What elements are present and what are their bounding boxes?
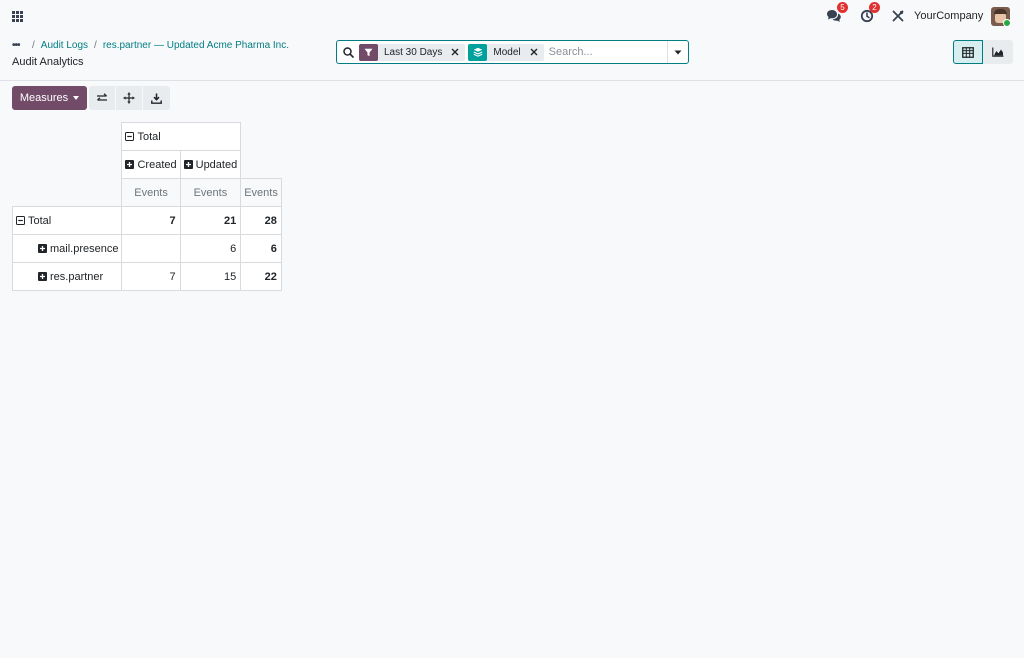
minus-square-icon (16, 215, 25, 225)
pivot-cell[interactable]: 21 (179, 206, 242, 235)
breadcrumb: ••• / Audit Logs / res.partner — Updated… (12, 40, 290, 51)
pivot-cell-total[interactable]: 6 (240, 234, 282, 263)
expand-all-button[interactable] (116, 86, 143, 110)
download-icon (151, 93, 162, 104)
measure-header[interactable]: Events (240, 178, 282, 207)
pivot-table: Total Created Updated Events Events Even… (11, 122, 282, 291)
page-title: Audit Analytics (12, 56, 84, 68)
facet-filter: Last 30 Days (359, 43, 466, 61)
pivot-cell[interactable] (121, 234, 181, 263)
table-row: res.partner 7 15 22 (11, 262, 282, 291)
pivot-cell-total[interactable]: 22 (240, 262, 282, 291)
pivot-header-row: Created Updated (13, 150, 282, 179)
breadcrumb-more-icon[interactable]: ••• (12, 40, 26, 51)
measure-header[interactable]: Events (179, 178, 242, 207)
flip-axis-button[interactable] (89, 86, 116, 110)
pivot-cell[interactable]: 7 (121, 206, 181, 235)
facet-label: Last 30 Days (384, 46, 443, 58)
col-header-created[interactable]: Created (121, 150, 181, 179)
pivot-cell[interactable]: 6 (179, 234, 242, 263)
col-header-total[interactable]: Total (121, 122, 242, 151)
pivot-header-row: Total (13, 122, 282, 151)
view-switcher (953, 40, 1013, 64)
table-row: mail.presence 6 6 (11, 234, 282, 263)
row-header-total[interactable]: Total (11, 206, 123, 235)
facet-groupby: Model (468, 43, 544, 61)
breadcrumb-audit-logs[interactable]: Audit Logs (41, 40, 88, 51)
pivot-measure-row: Events Events Events (13, 178, 282, 207)
graph-view-button[interactable] (983, 40, 1013, 64)
minus-square-icon (125, 131, 135, 141)
tools-icon (892, 10, 904, 22)
pivot-cell-total[interactable]: 28 (240, 206, 282, 235)
breadcrumb-record[interactable]: res.partner — Updated Acme Pharma Inc. (103, 40, 289, 51)
remove-facet-icon[interactable] (448, 44, 462, 61)
search-input[interactable] (546, 42, 667, 62)
plus-square-icon (183, 159, 193, 169)
caret-down-icon (73, 96, 80, 100)
row-header-res-partner[interactable]: res.partner (11, 262, 123, 291)
measures-dropdown-button[interactable]: Measures (12, 86, 87, 110)
plus-square-icon (125, 159, 135, 169)
download-xlsx-button[interactable] (143, 86, 170, 110)
activities-count-badge: 2 (869, 2, 880, 13)
filter-icon (359, 43, 378, 61)
search-icon[interactable] (337, 41, 359, 63)
area-chart-icon (992, 47, 1004, 57)
facet-label: Model (493, 46, 521, 58)
company-switcher[interactable]: YourCompany (914, 10, 983, 22)
arrows-expand-icon (123, 92, 135, 104)
pivot-cell[interactable]: 15 (179, 262, 242, 291)
measure-header[interactable]: Events (121, 178, 181, 207)
pivot-cell[interactable]: 7 (121, 262, 181, 291)
plus-square-icon (38, 243, 47, 253)
tools-button[interactable] (892, 6, 904, 26)
search-options-toggle[interactable] (667, 41, 688, 63)
plus-square-icon (38, 271, 47, 281)
col-header-updated[interactable]: Updated (179, 150, 242, 179)
table-row: Total 7 21 28 (11, 206, 282, 235)
messages-count-badge: 5 (837, 2, 848, 13)
pivot-tools (89, 86, 170, 110)
exchange-icon (97, 93, 107, 101)
app-menu-icon[interactable] (12, 11, 23, 22)
group-by-icon (468, 43, 488, 61)
pivot-view-button[interactable] (953, 40, 983, 64)
row-header-mail-presence[interactable]: mail.presence (11, 234, 123, 263)
remove-facet-icon[interactable] (527, 44, 541, 61)
navbar: 5 2 YourCompany (0, 0, 1024, 33)
search-panel: Last 30 Days Model (336, 40, 689, 64)
table-icon (962, 46, 974, 58)
online-status-dot (1003, 19, 1011, 27)
caret-down-icon (674, 50, 682, 54)
control-panel-divider (0, 80, 1024, 81)
